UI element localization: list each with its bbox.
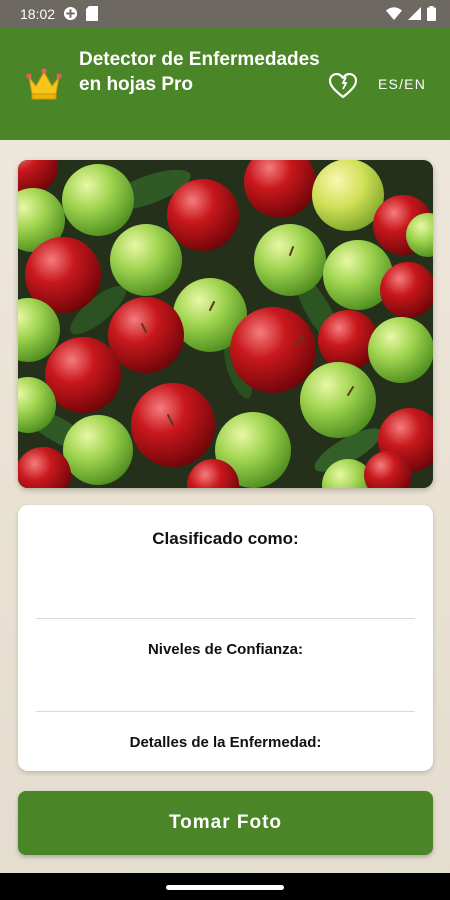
home-gesture-handle[interactable] <box>166 885 284 890</box>
app-title: Detector de Enfermedades en hojas Pro <box>79 49 320 95</box>
wifi-icon <box>386 7 402 20</box>
sd-card-icon <box>86 6 99 21</box>
crown-icon <box>26 67 62 101</box>
apples-photo <box>18 160 433 488</box>
app-notification-icon <box>63 6 78 21</box>
navigation-bar <box>0 873 450 900</box>
preview-image <box>18 160 433 488</box>
results-card: Clasificado como: Niveles de Confianza: … <box>18 505 433 771</box>
app-bar: Detector de Enfermedades en hojas Pro ES… <box>0 27 450 140</box>
disease-details-label: Detalles de la Enfermedad: <box>129 734 322 751</box>
language-toggle-button[interactable]: ES/EN <box>378 76 426 92</box>
app-screen: 18:02 Detector de Enfermedades en hojas … <box>0 0 450 900</box>
classified-as-label: Clasificado como: <box>152 529 299 548</box>
status-time: 18:02 <box>20 5 56 22</box>
status-bar: 18:02 <box>0 0 450 27</box>
take-photo-button[interactable]: Tomar Foto <box>18 791 433 855</box>
signal-icon <box>408 7 421 20</box>
divider <box>36 711 415 712</box>
battery-icon <box>427 6 436 21</box>
divider <box>36 618 415 619</box>
heart-icon[interactable] <box>328 72 358 99</box>
confidence-levels-label: Niveles de Confianza: <box>147 641 304 658</box>
